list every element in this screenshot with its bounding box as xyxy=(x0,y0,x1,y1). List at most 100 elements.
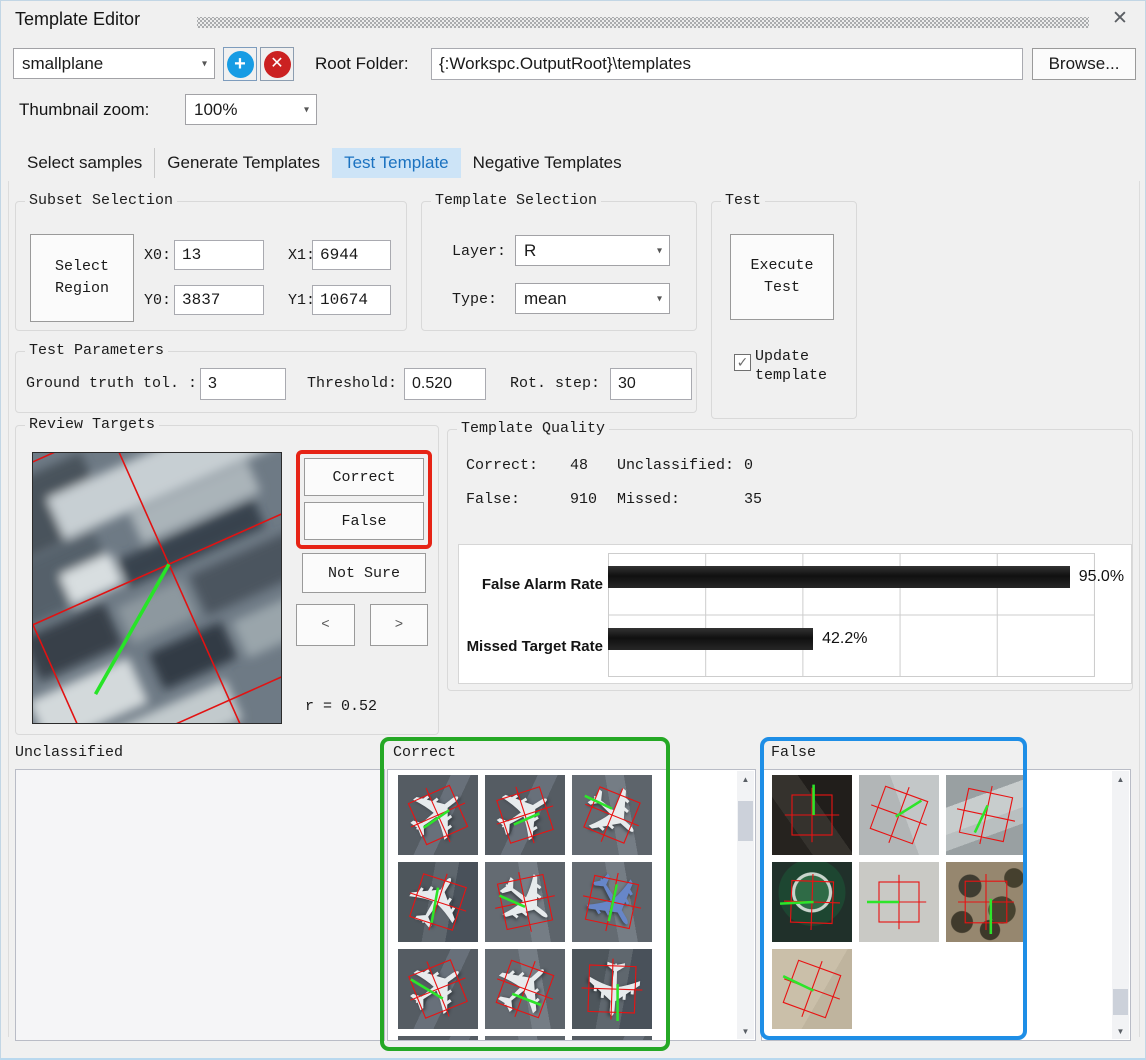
subset-selection-title: Subset Selection xyxy=(25,192,177,209)
correct-thumbnail[interactable] xyxy=(572,1036,652,1041)
root-folder-label: Root Folder: xyxy=(315,54,409,74)
correct-thumbnail[interactable]: ✈ xyxy=(572,862,652,942)
plus-icon: + xyxy=(227,51,254,78)
correct-list[interactable]: ✈✈✈✈✈✈✈✈✈ ▲ ▼ xyxy=(387,769,756,1041)
correct-button[interactable]: Correct xyxy=(304,458,424,496)
test-group: Test Execute Test ✓ Update template xyxy=(711,201,857,419)
false-list-scrollbar[interactable]: ▲ ▼ xyxy=(1112,771,1129,1039)
template-quality-group: Template Quality Correct: 48 Unclassifie… xyxy=(447,429,1133,691)
execute-test-button[interactable]: Execute Test xyxy=(730,234,834,320)
correct-thumbnail[interactable]: ✈ xyxy=(572,775,652,855)
correct-thumbnail[interactable]: ✈ xyxy=(572,949,652,1029)
correlation-value: r = 0.52 xyxy=(305,698,377,715)
correct-thumbnail[interactable]: ✈ xyxy=(398,862,478,942)
layer-label: Layer: xyxy=(452,243,506,260)
y0-label: Y0: xyxy=(144,292,171,309)
content-left-edge xyxy=(8,181,9,1037)
checkmark-icon: ✓ xyxy=(737,354,749,371)
scroll-down-icon[interactable]: ▼ xyxy=(1112,1023,1129,1039)
unclassified-list[interactable] xyxy=(15,769,385,1041)
x0-label: X0: xyxy=(144,247,171,264)
unclassified-panel-label: Unclassified xyxy=(15,744,123,761)
browse-button[interactable]: Browse... xyxy=(1032,48,1136,80)
prev-target-button[interactable]: < xyxy=(296,604,355,646)
aerial-preview xyxy=(33,453,281,723)
false-count-value: 910 xyxy=(570,491,597,508)
correct-list-scrollbar[interactable]: ▲ ▼ xyxy=(737,771,754,1039)
threshold-input[interactable]: 0.520 xyxy=(404,368,486,400)
false-thumbnail[interactable] xyxy=(946,775,1026,855)
x1-input[interactable]: 6944 xyxy=(312,240,391,270)
scroll-up-icon[interactable]: ▲ xyxy=(737,771,754,787)
layer-combo[interactable]: R ▾ xyxy=(515,235,670,266)
thumbnail-zoom-value: 100% xyxy=(194,100,237,120)
unclassified-count-value: 0 xyxy=(744,457,753,474)
ground-truth-tol-input[interactable]: 3 xyxy=(200,368,286,400)
tab-generate-templates[interactable]: Generate Templates xyxy=(155,148,332,178)
quality-chart: False Alarm Rate Missed Target Rate 95.0… xyxy=(458,544,1132,684)
correct-count-value: 48 xyxy=(570,457,588,474)
add-template-button[interactable]: + xyxy=(223,47,257,81)
correct-thumbnail[interactable]: ✈ xyxy=(398,949,478,1029)
rot-step-input[interactable]: 30 xyxy=(610,368,692,400)
select-region-button[interactable]: Select Region xyxy=(30,234,134,322)
correct-panel-label: Correct xyxy=(393,744,456,761)
scrollbar-thumb[interactable] xyxy=(738,801,753,841)
correct-thumbnail[interactable]: ✈ xyxy=(485,862,565,942)
close-icon[interactable]: ✕ xyxy=(1107,5,1133,31)
next-target-button[interactable]: > xyxy=(370,604,428,646)
false-thumbnail[interactable] xyxy=(859,862,939,942)
type-value: mean xyxy=(524,289,567,309)
x0-input[interactable]: 13 xyxy=(174,240,264,270)
test-parameters-title: Test Parameters xyxy=(25,342,168,359)
update-template-checkbox[interactable]: ✓ xyxy=(734,354,751,371)
correct-thumbnail[interactable] xyxy=(485,1036,565,1041)
chart-bar-missed xyxy=(608,628,813,650)
scroll-down-icon[interactable]: ▼ xyxy=(737,1023,754,1039)
y1-label: Y1: xyxy=(288,292,315,309)
chart-category-label: Missed Target Rate xyxy=(463,638,603,655)
y1-input[interactable]: 10674 xyxy=(312,285,391,315)
false-list[interactable]: ▲ ▼ xyxy=(761,769,1131,1041)
false-thumbnail[interactable] xyxy=(772,775,852,855)
scrollbar-thumb[interactable] xyxy=(1113,989,1128,1015)
delete-template-button[interactable]: ✕ xyxy=(260,47,294,81)
correct-thumbnail[interactable]: ✈ xyxy=(485,949,565,1029)
scroll-up-icon[interactable]: ▲ xyxy=(1112,771,1129,787)
review-targets-group: Review Targets xyxy=(15,425,439,735)
title-drag-texture xyxy=(197,17,1089,28)
false-button[interactable]: False xyxy=(304,502,424,540)
missed-count-label: Missed: xyxy=(617,491,680,508)
x1-label: X1: xyxy=(288,247,315,264)
false-thumbnail[interactable] xyxy=(859,775,939,855)
correct-thumbnail[interactable] xyxy=(398,1036,478,1041)
tab-negative-templates[interactable]: Negative Templates xyxy=(461,148,634,178)
chart-bar-value: 95.0% xyxy=(1079,566,1124,588)
chart-bar-value: 42.2% xyxy=(822,628,867,650)
y0-input[interactable]: 3837 xyxy=(174,285,264,315)
template-selection-group: Template Selection Layer: R ▾ Type: mean… xyxy=(421,201,697,331)
chevron-down-icon: ▾ xyxy=(657,293,662,304)
type-label: Type: xyxy=(452,291,497,308)
tab-select-samples[interactable]: Select samples xyxy=(15,148,155,178)
root-folder-input[interactable]: {:Workspc.OutputRoot}\templates xyxy=(431,48,1023,80)
unclassified-count-label: Unclassified: xyxy=(617,457,734,474)
type-combo[interactable]: mean ▾ xyxy=(515,283,670,314)
tab-test-template[interactable]: Test Template xyxy=(332,148,461,178)
delete-icon: ✕ xyxy=(264,51,291,78)
template-selection-title: Template Selection xyxy=(431,192,601,209)
ground-truth-tol-label: Ground truth tol. : xyxy=(26,375,197,392)
not-sure-button[interactable]: Not Sure xyxy=(302,553,426,593)
correct-thumbnail[interactable]: ✈ xyxy=(485,775,565,855)
chart-plot-area: 95.0% 42.2% xyxy=(608,553,1095,677)
template-select-value: smallplane xyxy=(22,54,103,74)
review-targets-title: Review Targets xyxy=(25,416,159,433)
correct-thumbnail[interactable]: ✈ xyxy=(398,775,478,855)
template-select-combo[interactable]: smallplane ▾ xyxy=(13,48,215,79)
review-target-image xyxy=(32,452,282,724)
false-count-label: False: xyxy=(466,491,520,508)
false-thumbnail[interactable] xyxy=(772,949,852,1029)
false-thumbnail[interactable] xyxy=(772,862,852,942)
false-thumbnail[interactable] xyxy=(946,862,1026,942)
thumbnail-zoom-combo[interactable]: 100% ▾ xyxy=(185,94,317,125)
